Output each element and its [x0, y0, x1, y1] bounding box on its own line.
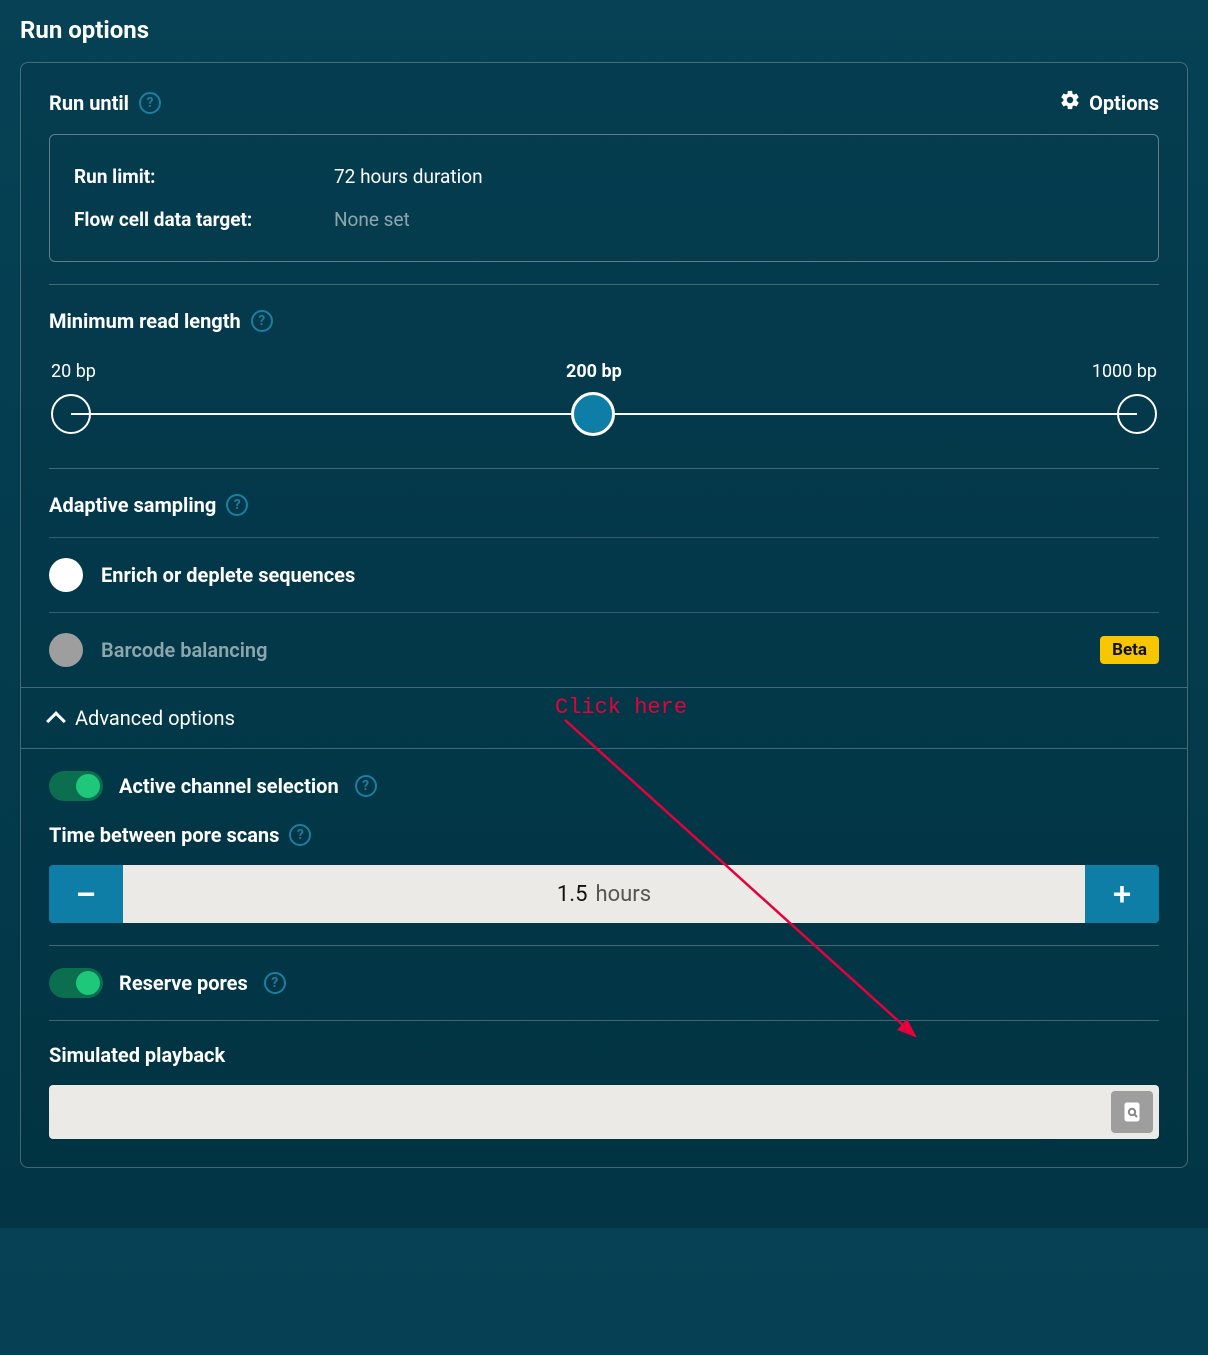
run-limit-value: 72 hours duration: [334, 165, 483, 188]
target-key: Flow cell data target:: [74, 208, 294, 231]
pore-scan-value: 1.5: [557, 882, 588, 907]
pore-scans-label: Time between pore scans: [49, 823, 279, 847]
reserve-pores-label: Reserve pores: [119, 971, 248, 995]
adaptive-label: Adaptive sampling: [49, 493, 216, 517]
target-value: None set: [334, 208, 410, 231]
slider-tick-min: 20 bp: [51, 361, 96, 382]
advanced-options-label: Advanced options: [75, 706, 235, 730]
run-until-summary: Run limit: 72 hours duration Flow cell d…: [49, 134, 1159, 262]
radio-barcode-balancing: Barcode balancing Beta: [49, 612, 1159, 687]
active-channel-toggle[interactable]: [49, 771, 103, 801]
active-channel-label: Active channel selection: [119, 774, 339, 798]
radio-enrich-deplete[interactable]: Enrich or deplete sequences: [49, 537, 1159, 612]
pore-scan-value-field[interactable]: 1.5 hours: [123, 865, 1085, 923]
radio-icon: [49, 558, 83, 592]
pore-scan-stepper: − 1.5 hours +: [49, 865, 1159, 923]
help-icon[interactable]: ?: [355, 775, 377, 797]
sim-playback-input[interactable]: [55, 1102, 1111, 1123]
help-icon[interactable]: ?: [226, 494, 248, 516]
options-button[interactable]: Options: [1059, 89, 1159, 116]
options-label: Options: [1089, 91, 1159, 115]
min-read-slider[interactable]: 20 bp 200 bp 1000 bp: [49, 361, 1159, 444]
run-options-card: Run until ? Options Run limit: 72 hours …: [20, 62, 1188, 1168]
slider-handle[interactable]: [571, 392, 615, 436]
decrement-button[interactable]: −: [49, 865, 123, 923]
reserve-pores-toggle[interactable]: [49, 968, 103, 998]
help-icon[interactable]: ?: [289, 824, 311, 846]
help-icon[interactable]: ?: [139, 92, 161, 114]
sim-playback-field: [49, 1085, 1159, 1139]
radio-label: Barcode balancing: [101, 638, 267, 662]
sim-playback-label: Simulated playback: [49, 1043, 225, 1067]
beta-badge: Beta: [1100, 636, 1159, 664]
slider-tick-max: 1000 bp: [1092, 361, 1157, 382]
help-icon[interactable]: ?: [264, 972, 286, 994]
slider-end-max: [1117, 394, 1157, 434]
slider-tick-mid: 200 bp: [566, 361, 622, 382]
slider-end-min: [51, 394, 91, 434]
help-icon[interactable]: ?: [251, 310, 273, 332]
advanced-options-toggle[interactable]: Advanced options: [21, 687, 1187, 749]
run-until-label: Run until: [49, 91, 129, 115]
browse-button[interactable]: [1111, 1091, 1153, 1133]
increment-button[interactable]: +: [1085, 865, 1159, 923]
gear-icon: [1059, 89, 1081, 116]
radio-label: Enrich or deplete sequences: [101, 563, 355, 587]
file-search-icon: [1120, 1100, 1144, 1124]
page-title: Run options: [20, 16, 1188, 44]
run-limit-key: Run limit:: [74, 165, 294, 188]
chevron-up-icon: [46, 711, 66, 731]
radio-icon: [49, 633, 83, 667]
min-read-label: Minimum read length: [49, 309, 241, 333]
pore-scan-unit: hours: [595, 882, 651, 907]
